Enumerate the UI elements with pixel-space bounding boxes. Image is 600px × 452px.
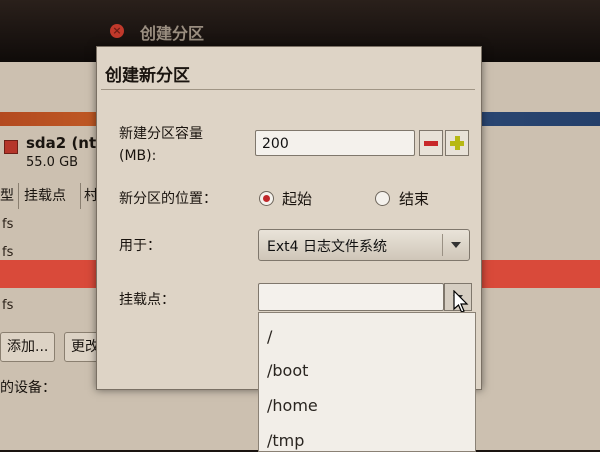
table-row[interactable]: fs — [2, 245, 13, 260]
mount-option-boot[interactable]: /boot — [267, 361, 308, 380]
plus-icon-stem — [454, 136, 460, 150]
column-header-format[interactable]: 村 — [84, 183, 98, 209]
disk-name: sda2 (nt — [26, 134, 97, 152]
mount-option-tmp[interactable]: /tmp — [267, 431, 304, 450]
size-label: 新建分区容量 (MB): — [119, 123, 203, 167]
column-header-type[interactable]: 型 — [0, 183, 19, 209]
increase-button[interactable] — [445, 130, 469, 156]
table-row[interactable]: fs — [2, 298, 13, 313]
minus-icon — [424, 141, 438, 146]
mount-option-root[interactable]: / — [267, 327, 272, 346]
combo-divider — [442, 234, 443, 256]
decrease-button[interactable] — [419, 130, 443, 156]
chevron-down-icon — [451, 242, 461, 248]
bootloader-device-label: 的设备： — [0, 380, 56, 396]
size-input[interactable]: 200 — [255, 130, 415, 156]
size-label-line2: (MB): — [119, 148, 157, 164]
use-as-value: Ext4 日志文件系统 — [267, 239, 387, 255]
dialog-title: 创建新分区 — [105, 66, 190, 86]
location-label: 新分区的位置： — [119, 191, 217, 207]
title-divider — [101, 89, 475, 90]
close-icon[interactable]: × — [110, 24, 124, 38]
partition-table: 型 挂载点 村 fs fs — [0, 183, 98, 323]
location-start-label[interactable]: 起始 — [282, 188, 312, 209]
radio-selected-dot — [263, 195, 270, 202]
size-label-line1: 新建分区容量 — [119, 126, 203, 142]
mount-option-home[interactable]: /home — [267, 396, 318, 415]
table-row[interactable]: fs — [2, 217, 13, 232]
add-button[interactable]: 添加... — [0, 332, 56, 362]
background-window-title: 创建分区 — [140, 24, 205, 43]
use-as-select[interactable]: Ext4 日志文件系统 — [258, 229, 470, 261]
disk-color-swatch — [4, 140, 18, 154]
mount-point-dropdown-list: / /boot /home /tmp — [258, 312, 476, 452]
location-start-radio[interactable] — [259, 191, 274, 206]
use-as-label: 用于： — [119, 238, 161, 254]
mount-point-input[interactable] — [258, 283, 444, 311]
location-end-label[interactable]: 结束 — [399, 188, 429, 209]
mouse-cursor-icon — [453, 290, 469, 313]
column-header-mount[interactable]: 挂载点 — [24, 183, 81, 209]
disk-size: 55.0 GB — [26, 155, 79, 170]
location-end-radio[interactable] — [375, 191, 390, 206]
mount-point-label: 挂载点： — [119, 292, 175, 308]
